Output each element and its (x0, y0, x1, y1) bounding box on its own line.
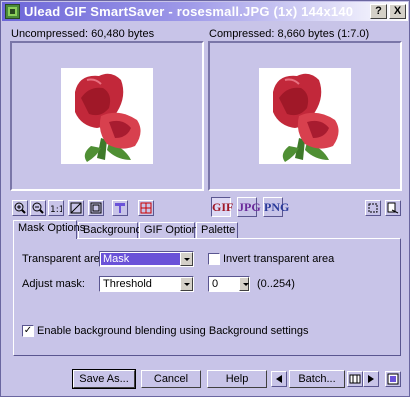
adjust-mask-select[interactable]: Threshold (99, 276, 194, 292)
zoom-out-icon[interactable] (30, 200, 46, 216)
compressed-label: Compressed: 8,660 bytes (1:7.0) (209, 28, 370, 40)
smartsaver-window: Ulead GIF SmartSaver - rosesmall.JPG (1x… (0, 0, 410, 397)
cancel-button[interactable]: Cancel (141, 370, 201, 388)
jpg-format-button[interactable]: JPG (237, 197, 261, 217)
preferences-icon[interactable] (385, 371, 401, 387)
range-label: (0..254) (257, 278, 295, 290)
compare-icon[interactable] (88, 200, 104, 216)
fit-window-icon[interactable] (68, 200, 84, 216)
uncompressed-label: Uncompressed: 60,480 bytes (11, 28, 155, 40)
tab-palette[interactable]: Palette (196, 222, 238, 238)
transparent-area-select[interactable]: Mask (99, 251, 194, 267)
actual-size-icon[interactable]: 1:1 (48, 200, 64, 216)
arrow-left-icon[interactable] (271, 371, 287, 387)
invert-checkbox[interactable] (208, 253, 220, 265)
batch-button[interactable]: Batch... (289, 370, 345, 388)
chevron-down-icon[interactable] (180, 277, 193, 291)
threshold-stepper[interactable]: 0 (208, 276, 250, 292)
svg-text:1:1: 1:1 (50, 205, 62, 214)
save-as-button[interactable]: Save As... (72, 369, 136, 389)
close-button[interactable]: X (389, 4, 406, 19)
blending-label: Enable background blending using Backgro… (37, 325, 309, 337)
png-format-button[interactable]: PNG (263, 197, 289, 217)
uncompressed-preview[interactable] (10, 41, 204, 191)
gif-format-button[interactable]: GIF (211, 197, 233, 217)
hand-tool-icon[interactable] (112, 200, 128, 216)
transparent-area-value: Mask (101, 253, 181, 265)
rose-image (61, 68, 153, 164)
crop-icon[interactable] (365, 200, 381, 216)
export-icon[interactable] (385, 200, 401, 216)
transparent-area-label: Transparent area: (22, 253, 110, 265)
invert-label: Invert transparent area (223, 253, 335, 265)
film-strip-icon[interactable] (347, 371, 363, 387)
adjust-mask-label: Adjust mask: (22, 278, 85, 290)
spin-arrows-icon[interactable] (239, 277, 249, 291)
color-picker-icon[interactable] (138, 200, 154, 216)
tab-gif-options[interactable]: GIF Options (139, 222, 203, 238)
title-bar[interactable]: Ulead GIF SmartSaver - rosesmall.JPG (1x… (2, 2, 408, 21)
tab-mask-options[interactable]: Mask Options (13, 220, 85, 239)
app-icon (5, 4, 20, 19)
chevron-down-icon[interactable] (180, 252, 193, 266)
help-title-button[interactable]: ? (370, 4, 387, 19)
help-button[interactable]: Help (207, 370, 267, 388)
blending-checkbox[interactable]: ✓ (22, 325, 34, 337)
tab-background[interactable]: Background (78, 222, 142, 238)
threshold-value: 0 (212, 278, 219, 290)
compressed-preview[interactable] (208, 41, 402, 191)
adjust-mask-value: Threshold (103, 278, 152, 290)
rose-image-compressed (259, 68, 351, 164)
arrow-right-icon[interactable] (363, 371, 379, 387)
zoom-in-icon[interactable] (12, 200, 28, 216)
window-title: Ulead GIF SmartSaver - rosesmall.JPG (1x… (24, 4, 354, 19)
